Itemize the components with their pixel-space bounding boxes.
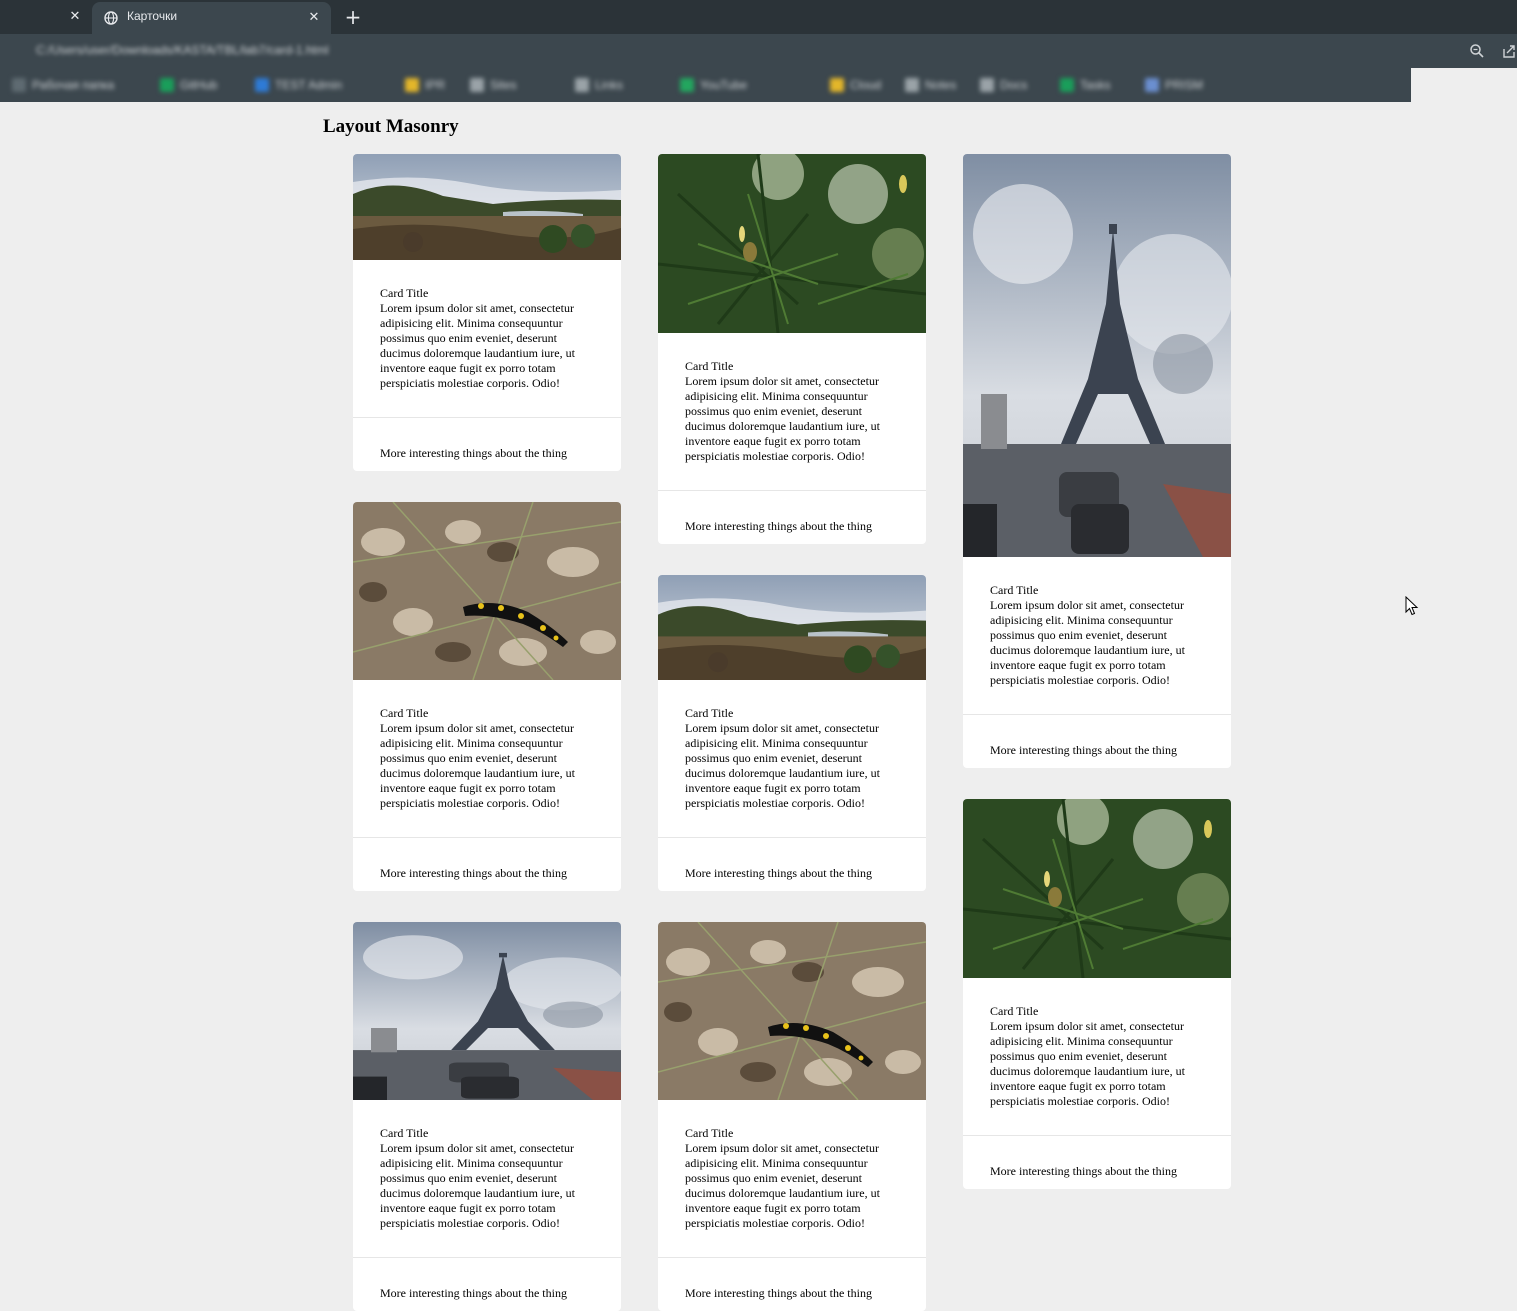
close-icon[interactable]: ✕	[66, 8, 84, 26]
bookmark-label: PRISM	[1165, 78, 1204, 92]
tab-title: Карточки	[127, 9, 178, 23]
new-tab-plus-icon[interactable]: +	[343, 7, 363, 27]
card-title: Card Title	[685, 359, 734, 373]
bookmark-item[interactable]: IPR	[405, 78, 445, 92]
card-footer: More interesting things about the thing	[353, 837, 621, 891]
bookmark-favicon-icon	[575, 78, 589, 92]
bookmark-favicon-icon	[1145, 78, 1159, 92]
bookmark-favicon-icon	[830, 78, 844, 92]
card-footer: More interesting things about the thing	[963, 714, 1231, 768]
card-text: Lorem ipsum dolor sit amet, consectetur …	[685, 721, 880, 810]
card-text: Lorem ipsum dolor sit amet, consectetur …	[380, 721, 575, 810]
mouse-cursor-icon	[1405, 596, 1419, 616]
card-text: Lorem ipsum dolor sit amet, consectetur …	[685, 1141, 880, 1230]
card-title: Card Title	[380, 1126, 429, 1140]
globe-icon	[104, 11, 118, 25]
bookmark-item[interactable]: Docs	[980, 78, 1027, 92]
card-title: Card Title	[685, 1126, 734, 1140]
bookmark-favicon-icon	[905, 78, 919, 92]
card: Card Title Lorem ipsum dolor sit amet, co…	[963, 154, 1231, 768]
card-image	[353, 922, 621, 1100]
bookmark-item[interactable]: YouTube	[680, 78, 747, 92]
tab-strip: ✕ Карточки ✕ +	[0, 0, 1517, 34]
card-body: Card Title Lorem ipsum dolor sit amet, co…	[963, 557, 1231, 714]
card-image	[963, 799, 1231, 978]
card-footer: More interesting things about the thing	[963, 1135, 1231, 1189]
bookmark-item[interactable]: Tasks	[1060, 78, 1111, 92]
card-footer: More interesting things about the thing	[353, 417, 621, 471]
card-body: Card Title Lorem ipsum dolor sit amet, co…	[658, 333, 926, 490]
card-body: Card Title Lorem ipsum dolor sit amet, co…	[353, 260, 621, 417]
bookmark-item[interactable]: Cloud	[830, 78, 881, 92]
card-text: Lorem ipsum dolor sit amet, consectetur …	[380, 301, 575, 390]
card-body: Card Title Lorem ipsum dolor sit amet, co…	[353, 1100, 621, 1257]
bookmark-label: GitHub	[180, 78, 218, 92]
bookmark-favicon-icon	[160, 78, 174, 92]
card-image	[353, 154, 621, 260]
tab-active[interactable]: Карточки ✕	[92, 2, 331, 34]
bookmark-item[interactable]: Sites	[470, 78, 517, 92]
card-image	[963, 154, 1231, 557]
card-image	[353, 502, 621, 680]
bookmark-item[interactable]: GitHub	[160, 78, 217, 92]
card: Card Title Lorem ipsum dolor sit amet, co…	[353, 922, 621, 1311]
page-margin	[1411, 68, 1517, 102]
card-image	[658, 922, 926, 1100]
page-title: Layout Masonry	[323, 116, 459, 137]
card-text: Lorem ipsum dolor sit amet, consectetur …	[990, 598, 1185, 687]
share-icon[interactable]	[1501, 43, 1517, 59]
bookmark-label: Docs	[1000, 78, 1028, 92]
bookmark-item[interactable]: TEST Admin	[255, 78, 342, 92]
card: Card Title Lorem ipsum dolor sit amet, co…	[963, 799, 1231, 1189]
bookmark-label: TEST Admin	[275, 78, 343, 92]
bookmark-favicon-icon	[680, 78, 694, 92]
bookmark-label: Links	[595, 78, 624, 92]
card: Card Title Lorem ipsum dolor sit amet, co…	[658, 575, 926, 891]
card-title: Card Title	[380, 706, 429, 720]
bookmark-favicon-icon	[980, 78, 994, 92]
bookmark-favicon-icon	[255, 78, 269, 92]
card: Card Title Lorem ipsum dolor sit amet, co…	[353, 154, 621, 471]
bookmark-favicon-icon	[1060, 78, 1074, 92]
card-image	[658, 154, 926, 333]
bookmarks-bar: Рабочая папка GitHub TEST Admin IPR Sites Lin…	[0, 68, 1411, 102]
card-body: Card Title Lorem ipsum dolor sit amet, co…	[963, 978, 1231, 1135]
card: Card Title Lorem ipsum dolor sit amet, co…	[658, 154, 926, 544]
bookmark-label: Sites	[490, 78, 517, 92]
card-text: Lorem ipsum dolor sit amet, consectetur …	[380, 1141, 575, 1230]
card-text: Lorem ipsum dolor sit amet, consectetur …	[990, 1019, 1185, 1108]
address-toolbar: C:/Users/user/Downloads/KASTA/TBL/lab7/c…	[0, 34, 1517, 68]
bookmark-label: Notes	[925, 78, 957, 92]
bookmark-item[interactable]: Links	[575, 78, 623, 92]
zoom-icon[interactable]	[1469, 43, 1485, 59]
address-bar[interactable]: C:/Users/user/Downloads/KASTA/TBL/lab7/c…	[36, 43, 329, 57]
card-body: Card Title Lorem ipsum dolor sit amet, co…	[353, 680, 621, 837]
card-body: Card Title Lorem ipsum dolor sit amet, co…	[658, 680, 926, 837]
card-image	[658, 575, 926, 680]
card-title: Card Title	[685, 706, 734, 720]
bookmark-label: YouTube	[700, 78, 748, 92]
card-footer: More interesting things about the thing	[658, 1257, 926, 1311]
bookmark-item[interactable]: Рабочая папка	[12, 78, 114, 92]
card: Card Title Lorem ipsum dolor sit amet, co…	[353, 502, 621, 891]
bookmark-favicon-icon	[12, 78, 26, 92]
card-footer: More interesting things about the thing	[658, 490, 926, 544]
card-body: Card Title Lorem ipsum dolor sit amet, co…	[658, 1100, 926, 1257]
bookmark-item[interactable]: Notes	[905, 78, 956, 92]
card-text: Lorem ipsum dolor sit amet, consectetur …	[685, 374, 880, 463]
card-footer: More interesting things about the thing	[353, 1257, 621, 1311]
bookmark-label: Рабочая папка	[32, 78, 115, 92]
bookmark-favicon-icon	[470, 78, 484, 92]
bookmark-label: IPR	[425, 78, 446, 92]
bookmark-label: Tasks	[1080, 78, 1111, 92]
card-title: Card Title	[990, 583, 1039, 597]
close-icon[interactable]: ✕	[304, 8, 324, 28]
bookmark-favicon-icon	[405, 78, 419, 92]
card-footer: More interesting things about the thing	[658, 837, 926, 891]
card-title: Card Title	[380, 286, 429, 300]
card: Card Title Lorem ipsum dolor sit amet, co…	[658, 922, 926, 1311]
bookmark-item[interactable]: PRISM	[1145, 78, 1203, 92]
card-title: Card Title	[990, 1004, 1039, 1018]
bookmark-label: Cloud	[850, 78, 882, 92]
